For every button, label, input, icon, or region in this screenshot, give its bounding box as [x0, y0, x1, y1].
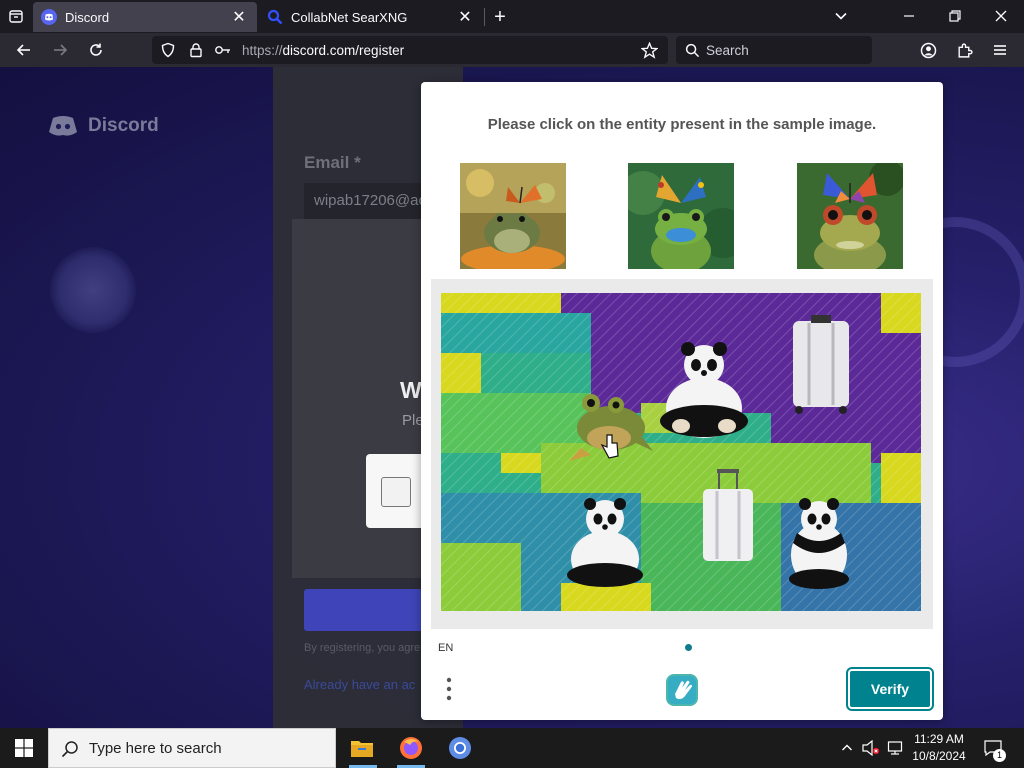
clock-date: 10/8/2024 — [912, 749, 966, 763]
discord-brand[interactable]: Discord — [48, 115, 159, 137]
taskbar-search-box[interactable]: Type here to search — [48, 728, 336, 768]
verify-button[interactable]: Verify — [846, 667, 934, 711]
suitcase-object — [793, 315, 849, 414]
taskbar-firefox[interactable] — [395, 732, 427, 764]
tab-bar: Discord ✕ CollabNet SearXNG ✕ + — [0, 0, 1024, 33]
hcaptcha-checkbox[interactable] — [381, 477, 411, 507]
restore-icon — [949, 10, 961, 22]
navigation-toolbar: https://discord.com/register Search — [0, 33, 1024, 67]
minimize-icon — [904, 15, 914, 17]
speaker-muted-icon — [862, 740, 880, 756]
taskbar-search-placeholder: Type here to search — [89, 740, 222, 757]
discord-register-page: Discord Email * wipab17206@ac W Ple By r… — [0, 67, 1024, 728]
url-host-path: discord.com/register — [282, 43, 405, 58]
vertical-dots-icon — [446, 677, 452, 701]
tab-title: Discord — [65, 9, 110, 25]
network-button[interactable] — [884, 728, 906, 768]
shield-icon[interactable] — [160, 42, 176, 58]
taskbar-file-explorer[interactable] — [346, 732, 378, 764]
restore-button[interactable] — [941, 4, 969, 28]
searxng-favicon-icon — [267, 9, 283, 25]
sample-image-3 — [797, 163, 903, 269]
discord-favicon-icon — [41, 9, 57, 25]
page-indicator-dot — [685, 644, 692, 651]
more-options-button[interactable] — [441, 675, 457, 703]
modal-title: W — [400, 377, 422, 403]
required-marker: * — [349, 153, 361, 172]
list-all-tabs-button[interactable] — [827, 4, 855, 28]
arrow-left-icon — [16, 44, 30, 56]
lock-icon[interactable] — [188, 42, 204, 58]
close-window-button[interactable] — [987, 4, 1015, 28]
account-button[interactable] — [915, 37, 941, 63]
search-icon — [685, 43, 700, 58]
forward-button[interactable] — [47, 37, 73, 63]
taskbar-chromium[interactable] — [444, 732, 476, 764]
back-button[interactable] — [11, 37, 37, 63]
challenge-image[interactable] — [441, 293, 921, 611]
notification-center-button[interactable]: 1 — [980, 728, 1006, 768]
tab-title: CollabNet SearXNG — [291, 9, 408, 25]
tab-list-icon — [9, 10, 23, 23]
network-icon — [887, 741, 903, 755]
chevron-up-icon — [842, 744, 852, 751]
reload-button[interactable] — [83, 37, 109, 63]
captcha-prompt: Please click on the entity present in th… — [487, 116, 877, 133]
url-scheme: https:// — [242, 43, 283, 58]
clock-time: 11:29 AM — [914, 732, 964, 746]
discord-logo-icon — [49, 116, 77, 136]
reload-icon — [90, 43, 102, 56]
login-link[interactable]: Already have an ac — [304, 677, 415, 692]
hcaptcha-logo[interactable] — [664, 672, 700, 708]
tab-separator — [484, 8, 485, 26]
volume-button[interactable] — [860, 728, 882, 768]
email-label: Email * — [304, 153, 361, 173]
windows-logo-icon — [15, 739, 33, 757]
tab-discord[interactable]: Discord ✕ — [33, 2, 257, 32]
close-icon — [995, 10, 1007, 22]
hcaptcha-hand-icon — [666, 674, 698, 706]
close-tab-icon[interactable]: ✕ — [455, 7, 475, 27]
captcha-challenge-dialog: Please click on the entity present in th… — [421, 82, 943, 720]
puzzle-icon — [957, 43, 973, 58]
tab-searxng[interactable]: CollabNet SearXNG ✕ — [259, 2, 483, 32]
url-text[interactable]: https://discord.com/register — [242, 43, 404, 58]
notification-count-badge: 1 — [993, 749, 1006, 762]
background-orb — [50, 247, 136, 333]
bookmark-star-icon[interactable] — [641, 42, 658, 59]
account-icon — [920, 42, 936, 58]
sample-image-1 — [460, 163, 566, 269]
minimize-button[interactable] — [895, 4, 923, 28]
hamburger-menu-icon — [994, 45, 1006, 55]
windows-taskbar: Type here to search 11:29 AM 10/8/2024 1 — [0, 728, 1024, 768]
brand-name: Discord — [88, 115, 159, 136]
web-search-bar[interactable]: Search — [676, 36, 872, 64]
arrow-right-icon — [54, 44, 68, 56]
chromium-icon — [449, 737, 471, 759]
firefox-icon — [400, 737, 422, 759]
close-tab-icon[interactable]: ✕ — [229, 7, 249, 27]
challenge-image-area — [431, 279, 933, 629]
app-menu-button[interactable] — [987, 37, 1013, 63]
search-icon — [61, 741, 78, 758]
language-selector[interactable]: EN — [438, 642, 453, 654]
search-placeholder: Search — [706, 43, 749, 58]
url-bar[interactable]: https://discord.com/register — [152, 36, 668, 64]
tab-list-button[interactable] — [4, 4, 28, 28]
system-clock[interactable]: 11:29 AM 10/8/2024 — [906, 731, 972, 765]
email-label-text: Email — [304, 153, 350, 172]
extensions-button[interactable] — [951, 37, 977, 63]
key-icon[interactable] — [214, 42, 232, 58]
chevron-down-icon — [835, 12, 847, 20]
legal-text: By registering, you agre — [304, 642, 421, 654]
folder-icon — [351, 741, 373, 757]
new-tab-button[interactable]: + — [488, 5, 512, 29]
sample-image-2 — [628, 163, 734, 269]
show-hidden-icons-button[interactable] — [838, 728, 856, 768]
start-button[interactable] — [0, 728, 48, 768]
